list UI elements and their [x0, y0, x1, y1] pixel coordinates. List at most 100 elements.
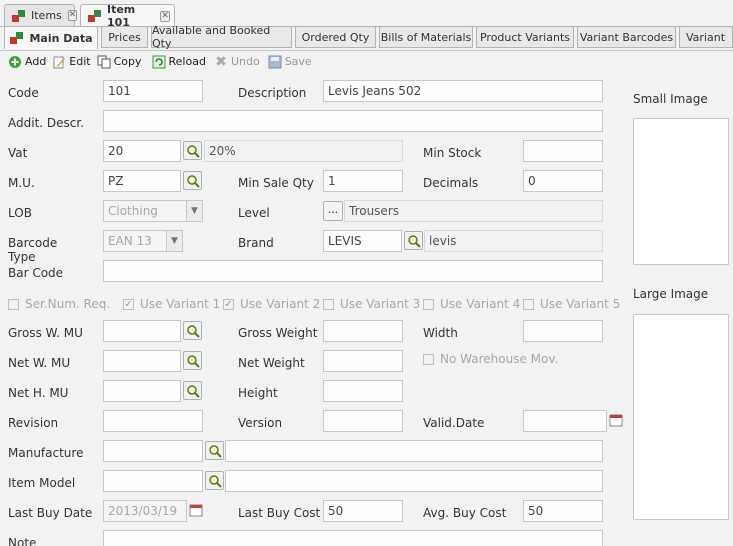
note-field[interactable] — [103, 530, 603, 546]
ser-num-req-checkbox[interactable]: Ser.Num. Req. — [8, 297, 110, 311]
bar-code-label: Bar Code — [8, 266, 64, 280]
last-buy-cost-label: Last Buy Cost — [238, 506, 321, 520]
net-h-mu-lookup-button[interactable] — [183, 381, 202, 400]
use-variant-4-checkbox[interactable]: Use Variant 4 — [423, 297, 520, 311]
mu-lookup-button[interactable] — [183, 171, 202, 190]
checkbox-box[interactable] — [323, 298, 334, 310]
description-field[interactable]: Levis Jeans 502 — [323, 80, 603, 102]
tab-ordered-qty[interactable]: Ordered Qty — [295, 26, 376, 48]
lob-select[interactable]: Clothing ▼ — [103, 200, 203, 222]
search-icon — [209, 445, 222, 458]
checkbox-box[interactable] — [423, 298, 434, 310]
close-icon[interactable]: ✕ — [67, 10, 78, 21]
undo-button[interactable]: ✖ Undo — [214, 54, 260, 70]
reload-button[interactable]: Reload — [152, 55, 206, 69]
search-icon — [187, 325, 200, 338]
small-image-box[interactable] — [633, 118, 729, 265]
search-icon — [187, 355, 200, 368]
last-buy-date-label: Last Buy Date — [8, 506, 93, 520]
toolbar: Add Edit Copy Reload ✖ Undo Save — [0, 50, 733, 72]
tab-product-variants[interactable]: Product Variants — [476, 26, 574, 48]
no-warehouse-mov-checkbox[interactable]: No Warehouse Mov. — [423, 352, 558, 366]
height-field[interactable] — [323, 380, 403, 402]
net-w-mu-lookup-button[interactable] — [183, 351, 202, 370]
tab-variant[interactable]: Variant — [679, 26, 733, 48]
brand-description: levis — [424, 230, 603, 252]
items-icon — [11, 9, 27, 23]
use-variant-3-checkbox[interactable]: Use Variant 3 — [323, 297, 420, 311]
last-buy-date-field[interactable]: 2013/03/19 — [103, 500, 187, 522]
gross-w-mu-field[interactable] — [103, 320, 181, 342]
width-field[interactable] — [523, 320, 603, 342]
gross-w-mu-lookup-button[interactable] — [183, 321, 202, 340]
edit-icon — [52, 55, 66, 69]
decimals-label: Decimals — [423, 176, 479, 190]
gross-weight-field[interactable] — [323, 320, 403, 342]
barcode-type-select[interactable]: EAN 13 ▼ — [103, 230, 183, 252]
vat-field[interactable]: 20 — [103, 140, 181, 162]
save-button[interactable]: Save — [268, 55, 312, 69]
checkbox-box[interactable] — [423, 353, 434, 365]
decimals-field[interactable]: 0 — [523, 170, 603, 192]
add-icon — [8, 55, 22, 69]
sub-tab-bar: Main Data Prices Available and Booked Qt… — [0, 24, 733, 50]
net-weight-field[interactable] — [323, 350, 403, 372]
checkmark-icon[interactable]: ✓ — [223, 298, 234, 310]
search-icon — [187, 175, 200, 188]
manufacture-lookup-button[interactable] — [205, 441, 224, 460]
item-model-field[interactable] — [103, 470, 203, 492]
min-stock-field[interactable] — [523, 140, 603, 162]
addit-descr-field[interactable] — [103, 110, 603, 132]
calendar-icon[interactable] — [189, 503, 203, 517]
tab-available-booked-qty[interactable]: Available and Booked Qty — [151, 24, 292, 50]
window-tab-items[interactable]: Items ✕ — [4, 4, 78, 26]
add-button[interactable]: Add — [8, 55, 46, 69]
last-buy-cost-field[interactable]: 50 — [323, 500, 403, 522]
avg-buy-cost-field[interactable]: 50 — [523, 500, 603, 522]
edit-button[interactable]: Edit — [52, 55, 91, 69]
level-browse-button[interactable]: ... — [323, 201, 343, 221]
checkmark-icon[interactable]: ✓ — [123, 298, 134, 310]
brand-lookup-button[interactable] — [404, 231, 423, 250]
valid-date-field[interactable] — [523, 410, 607, 432]
tab-prices[interactable]: Prices — [101, 26, 148, 48]
net-w-mu-field[interactable] — [103, 350, 181, 372]
gross-weight-label: Gross Weight — [238, 326, 318, 340]
use-variant-2-checkbox[interactable]: ✓ Use Variant 2 — [223, 297, 320, 311]
calendar-icon[interactable] — [609, 413, 623, 427]
window-tab-label: Items — [31, 9, 62, 22]
avg-buy-cost-label: Avg. Buy Cost — [423, 506, 507, 520]
mu-field[interactable]: PZ — [103, 170, 181, 192]
close-icon[interactable]: ✕ — [160, 10, 170, 22]
code-field[interactable]: 101 — [103, 80, 203, 102]
bar-code-field[interactable] — [103, 260, 603, 282]
checkbox-box[interactable] — [8, 298, 19, 310]
checkbox-box[interactable] — [523, 298, 534, 310]
vat-description: 20% — [204, 140, 403, 162]
min-sale-qty-label: Min Sale Qty — [238, 176, 314, 190]
barcode-type-label-line1: Barcode — [8, 236, 58, 250]
item-model-lookup-button[interactable] — [205, 471, 224, 490]
tab-variant-barcodes[interactable]: Variant Barcodes — [577, 26, 676, 48]
chevron-down-icon[interactable]: ▼ — [186, 201, 202, 221]
tab-main-data[interactable]: Main Data — [4, 26, 98, 49]
vat-lookup-button[interactable] — [183, 141, 202, 160]
height-label: Height — [238, 386, 278, 400]
manufacture-field[interactable] — [103, 440, 203, 462]
search-icon — [187, 145, 200, 158]
revision-label: Revision — [8, 416, 59, 430]
use-variant-5-checkbox[interactable]: Use Variant 5 — [523, 297, 620, 311]
revision-field[interactable] — [103, 410, 203, 432]
min-sale-qty-field[interactable]: 1 — [323, 170, 403, 192]
mu-label: M.U. — [8, 176, 35, 190]
use-variant-1-checkbox[interactable]: ✓ Use Variant 1 — [123, 297, 220, 311]
net-h-mu-field[interactable] — [103, 380, 181, 402]
chevron-down-icon[interactable]: ▼ — [166, 231, 182, 251]
version-field[interactable] — [323, 410, 403, 432]
tab-bills-of-materials[interactable]: Bills of Materials — [379, 26, 473, 48]
brand-field[interactable]: LEVIS — [323, 230, 402, 252]
version-label: Version — [238, 416, 283, 430]
copy-button[interactable]: Copy — [97, 55, 142, 69]
search-icon — [209, 475, 222, 488]
large-image-box[interactable] — [633, 314, 729, 520]
